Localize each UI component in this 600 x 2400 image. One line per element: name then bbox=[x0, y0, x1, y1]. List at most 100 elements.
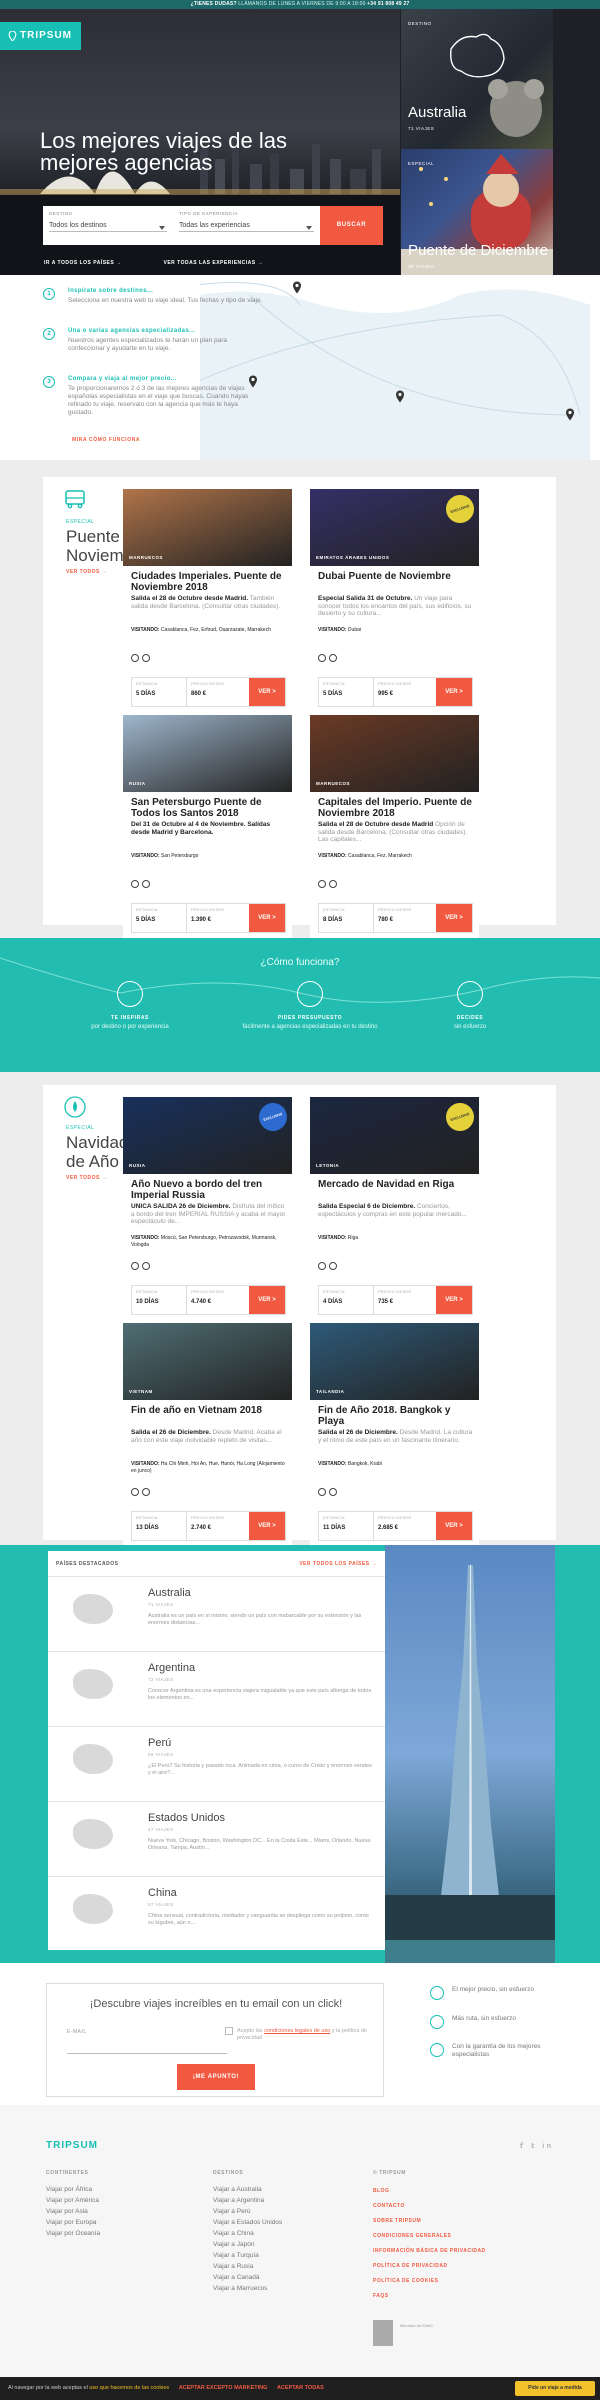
footer-continent-link[interactable]: Viajar por Asia bbox=[46, 2206, 100, 2217]
experience-select[interactable]: TIPO DE EXPERIENCIA Todas las experienci… bbox=[173, 206, 320, 245]
trip-title[interactable]: Fin de Año 2018. Bangkok y Playa bbox=[318, 1405, 473, 1427]
how-it-works-link[interactable]: MIRA CÓMO FUNCIONA bbox=[72, 437, 140, 443]
contact-phone[interactable]: +34 91 808 49 27 bbox=[367, 1, 409, 7]
trip-features bbox=[318, 649, 378, 662]
drop-icon bbox=[64, 1096, 86, 1118]
trip-features bbox=[318, 1483, 378, 1496]
country-name: Perú bbox=[148, 1737, 172, 1749]
trip-card[interactable]: MARRUECOS Capitales del Imperio. Puente d… bbox=[310, 715, 479, 938]
footer-destination-link[interactable]: Viajar a Perú bbox=[213, 2206, 282, 2217]
subscribe-button[interactable]: ¡ME APUNTO! bbox=[177, 2064, 255, 2090]
hotel-icon bbox=[329, 654, 337, 662]
view-trip-button[interactable]: VER > bbox=[436, 904, 472, 932]
footer: TRIPSUM 𝕗 𝕥 in CONTINENTES Viajar por Áfr… bbox=[0, 2105, 600, 2377]
trip-title[interactable]: Ciudades Imperiales. Puente de Noviembre… bbox=[131, 571, 286, 593]
view-trip-button[interactable]: VER > bbox=[249, 1286, 285, 1314]
country-item[interactable]: China 57 VIAJES China sensual, contradicto… bbox=[48, 1876, 385, 1953]
how-step-inspire: TE INSPIRAS por destino o por experiencia bbox=[60, 981, 200, 1031]
visits-list: San Petersburgo bbox=[160, 853, 199, 859]
trip-card[interactable]: LETONIA EXCLUSIVE Mercado de Navidad en Ri… bbox=[310, 1097, 479, 1320]
footer-destination-link[interactable]: Viajar a China bbox=[213, 2228, 282, 2239]
footer-tripsum-link[interactable]: INFORMACIÓN BÁSICA DE PRIVACIDAD bbox=[373, 2244, 486, 2259]
tile-australia[interactable]: DESTINO Australia 71 VIAJES bbox=[401, 9, 553, 149]
all-experiences-link[interactable]: VER TODAS LAS EXPERIENCIAS → bbox=[164, 260, 263, 266]
trip-title[interactable]: San Petersburgo Puente de Todos los Sant… bbox=[131, 797, 286, 819]
trip-title[interactable]: Capitales del Imperio. Puente de Noviemb… bbox=[318, 797, 473, 819]
cookie-text: Al navegar por la web aceptas el bbox=[8, 2385, 88, 2391]
trip-card[interactable]: VIETNAM Fin de año en Vietnam 2018 Salida … bbox=[123, 1323, 292, 1546]
view-trip-button[interactable]: VER > bbox=[436, 678, 472, 706]
view-trip-button[interactable]: VER > bbox=[249, 1512, 285, 1540]
footer-tripsum-link[interactable]: SOBRE TRIPSUM bbox=[373, 2214, 486, 2229]
footer-destination-link[interactable]: Viajar a Canadá bbox=[213, 2272, 282, 2283]
trip-card[interactable]: EMIRATOS ÁRABES UNIDOS EXCLUSIVE Dubai Pue… bbox=[310, 489, 479, 712]
footer-continent-link[interactable]: Viajar por África bbox=[46, 2184, 100, 2195]
visits-label: VISITANDO: bbox=[318, 1461, 347, 1467]
footer-heading: DESTINOS bbox=[213, 2170, 244, 2176]
trip-departure: Salida el 28 de Octubre desde Madrid bbox=[318, 821, 434, 828]
footer-tripsum-link[interactable]: POLÍTICA DE PRIVACIDAD bbox=[373, 2259, 486, 2274]
consent-checkbox[interactable] bbox=[225, 2027, 233, 2035]
footer-tripsum-link[interactable]: POLÍTICA DE COOKIES bbox=[373, 2274, 486, 2289]
search-button[interactable]: BUSCAR bbox=[320, 206, 383, 245]
view-trip-button[interactable]: VER > bbox=[436, 1286, 472, 1314]
country-item[interactable]: Australia 71 VIAJES Australia es un país e… bbox=[48, 1576, 385, 1653]
chat-icon bbox=[297, 981, 323, 1007]
footer-continent-link[interactable]: Viajar por Oceanía bbox=[46, 2228, 100, 2239]
trip-card[interactable]: RUSIA San Petersburgo Puente de Todos los… bbox=[123, 715, 292, 938]
trip-features bbox=[131, 875, 191, 888]
see-all-link[interactable]: VER TODOS → bbox=[66, 1175, 107, 1181]
trip-departure: ÚNICA SALIDA 26 de Diciembre. bbox=[131, 1203, 231, 1210]
footer-continent-link[interactable]: Viajar por América bbox=[46, 2195, 100, 2206]
footer-destination-link[interactable]: Viajar a Marruecos bbox=[213, 2283, 282, 2294]
cookie-policy-link[interactable]: uso que hacemos de las cookies bbox=[89, 2385, 169, 2391]
trip-visits: VISITANDO: Ha Chi Minh, Hoi An, Hue, Han… bbox=[131, 1461, 286, 1474]
see-all-link[interactable]: VER TODOS → bbox=[66, 569, 107, 575]
social-icons[interactable]: 𝕗 𝕥 in bbox=[520, 2142, 554, 2150]
destination-select[interactable]: DESTINO Todos los destinos bbox=[43, 206, 173, 245]
footer-tripsum-link[interactable]: FAQS bbox=[373, 2289, 486, 2304]
accept-except-marketing-button[interactable]: ACEPTAR EXCEPTO MARKETING bbox=[179, 2385, 268, 2391]
price-value: 1.390 € bbox=[191, 917, 212, 923]
footer-tripsum-link[interactable]: CONTACTO bbox=[373, 2199, 486, 2214]
trip-card[interactable]: RUSIA EXCLUSIVE Año Nuevo a bordo del tren… bbox=[123, 1097, 292, 1320]
footer-destination-link[interactable]: Viajar a Rusia bbox=[213, 2261, 282, 2272]
visits-label: VISITANDO: bbox=[131, 853, 160, 859]
legal-link[interactable]: condiciones legales de uso bbox=[264, 2028, 330, 2034]
trip-title[interactable]: Año Nuevo a bordo del tren Imperial Russ… bbox=[131, 1179, 286, 1201]
all-countries-link[interactable]: VER TODOS LOS PAÍSES → bbox=[299, 1561, 377, 1567]
trip-title[interactable]: Fin de año en Vietnam 2018 bbox=[131, 1405, 286, 1416]
footer-destination-link[interactable]: Viajar a Turquía bbox=[213, 2250, 282, 2261]
destination-value: Todos los destinos bbox=[49, 222, 167, 232]
footer-destination-link[interactable]: Viajar a Estados Unidos bbox=[213, 2217, 282, 2228]
footer-tripsum-link[interactable]: CONDICIONES GENERALES bbox=[373, 2229, 486, 2244]
view-trip-button[interactable]: VER > bbox=[436, 1512, 472, 1540]
hotel-icon bbox=[142, 880, 150, 888]
trip-title[interactable]: Mercado de Navidad en Riga bbox=[318, 1179, 473, 1190]
trip-departure: Salida el 26 de Diciembre. bbox=[131, 1429, 211, 1436]
trip-card[interactable]: MARRUECOS Ciudades Imperiales. Puente de … bbox=[123, 489, 292, 712]
footer-tripsum-link[interactable]: BLOG bbox=[373, 2184, 486, 2199]
trip-title[interactable]: Dubai Puente de Noviembre bbox=[318, 571, 473, 582]
country-item[interactable]: Perú 59 VIAJES ¿El Perú? Su historia y pas… bbox=[48, 1726, 385, 1803]
footer-destinations: DESTINOS Viajar a Australia Viajar a Argen… bbox=[213, 2170, 282, 2294]
footer-destination-link[interactable]: Viajar a Australia bbox=[213, 2184, 282, 2195]
country-item[interactable]: Argentina 72 VIAJES Conocer Argentina es u… bbox=[48, 1651, 385, 1728]
view-trip-button[interactable]: VER > bbox=[249, 904, 285, 932]
footer-logo[interactable]: TRIPSUM bbox=[46, 2140, 98, 2151]
footer-continent-link[interactable]: Viajar por Europa bbox=[46, 2217, 100, 2228]
tile-puente-diciembre[interactable]: ESPECIAL Puente de Diciembre 38 VIAJES bbox=[401, 149, 553, 275]
footer-destination-link[interactable]: Viajar a Japón bbox=[213, 2239, 282, 2250]
all-countries-link[interactable]: IR A TODOS LOS PAÍSES → bbox=[44, 260, 122, 266]
trip-card[interactable]: TAILANDIA Fin de Año 2018. Bangkok y Play… bbox=[310, 1323, 479, 1546]
country-item[interactable]: Estados Unidos 47 VIAJES Nueva York, Chica… bbox=[48, 1801, 385, 1878]
country-map-icon bbox=[73, 1594, 113, 1624]
chat-widget[interactable]: Pide un viaje a medida bbox=[515, 2381, 595, 2396]
trip-footer: ESTANCIA 8 DÍAS PRECIO DESDE 780 € VER > bbox=[318, 903, 473, 933]
perk-text: El mejor precio, sin esfuerzo bbox=[452, 1986, 535, 1993]
accept-all-button[interactable]: ACEPTAR TODAS bbox=[277, 2385, 324, 2391]
trip-country: RUSIA bbox=[129, 781, 146, 786]
footer-destination-link[interactable]: Viajar a Argentina bbox=[213, 2195, 282, 2206]
view-trip-button[interactable]: VER > bbox=[249, 678, 285, 706]
email-field[interactable] bbox=[67, 2042, 227, 2054]
